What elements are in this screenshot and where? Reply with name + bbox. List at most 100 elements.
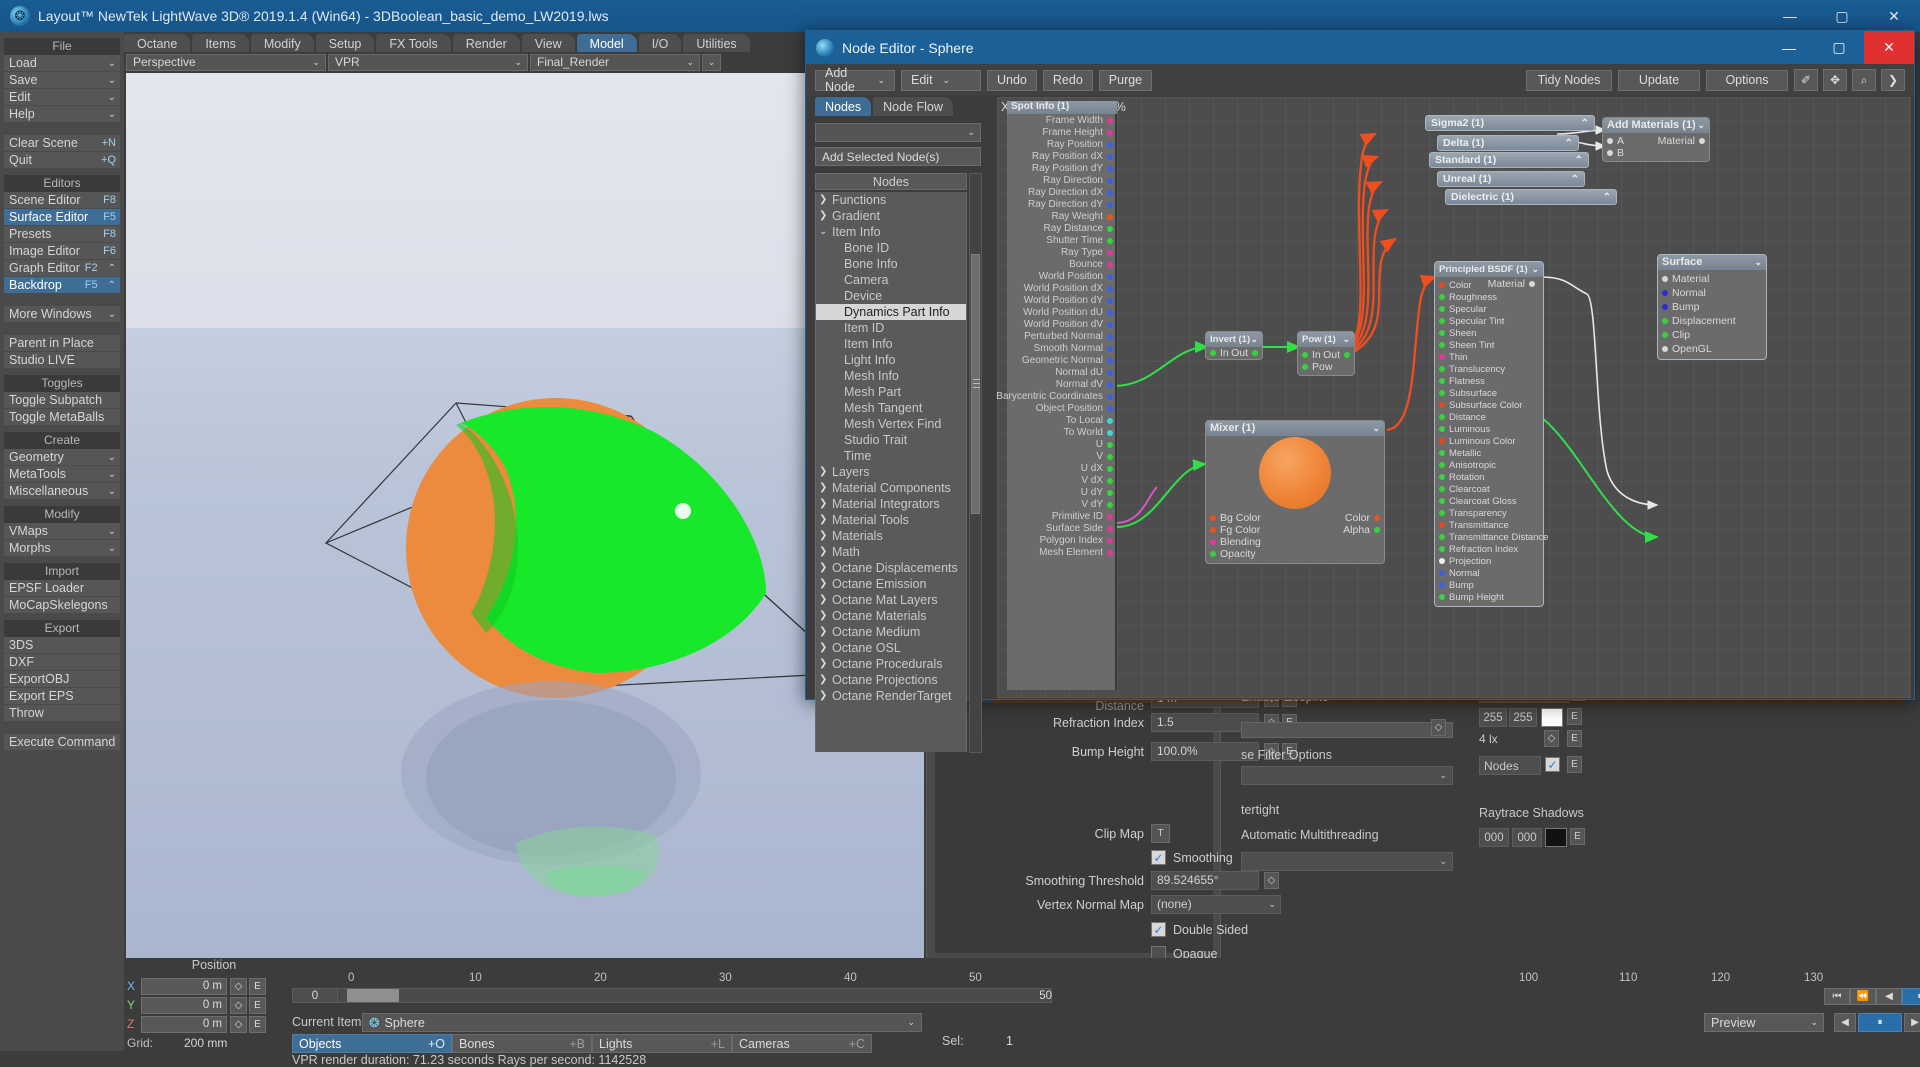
spot-info-port-world-position-dv[interactable]: World Position dV <box>1007 319 1117 331</box>
lux-expand-icon[interactable]: ◇ <box>1544 730 1559 747</box>
pow-ports[interactable]: In Out Pow <box>1298 347 1354 375</box>
bsdf-port-translucency[interactable]: Translucency <box>1435 363 1543 375</box>
node-tree-item-octane-materials[interactable]: ❯ Octane Materials <box>816 608 966 624</box>
node-tree-item-light-info[interactable]: Light Info <box>816 352 966 368</box>
left-panel-item-presets[interactable]: Presets F8 <box>4 226 120 243</box>
spot-info-port-world-position-du[interactable]: World Position dU <box>1007 307 1117 319</box>
spot-info-port-v[interactable]: V <box>1007 451 1117 463</box>
node-graph-canvas[interactable]: X:31 Y:138 Zoom:91% <box>997 97 1911 698</box>
maximize-button[interactable]: ▢ <box>1816 0 1868 32</box>
transport-first-button[interactable]: ⏮ <box>1824 988 1850 1005</box>
menu-tab-fx-tools[interactable]: FX Tools <box>376 34 451 54</box>
spot-info-port-ray-position[interactable]: Ray Position <box>1007 139 1117 151</box>
mixer-port-opacity[interactable]: Opacity <box>1206 548 1384 560</box>
current-item-dropdown[interactable]: ❂ Sphere ⌄ <box>362 1013 922 1032</box>
left-panel-item-parent-in-place[interactable]: Parent in Place <box>4 335 120 352</box>
node-search-input[interactable]: ⌄ <box>815 123 981 142</box>
bsdf-port-bump-height[interactable]: Bump Height <box>1435 591 1543 603</box>
transport-rewind-button[interactable]: ⏪ <box>1850 988 1876 1005</box>
spot-info-port-mesh-element[interactable]: Mesh Element <box>1007 547 1117 559</box>
left-panel-item-morphs[interactable]: Morphs ⌄ <box>4 540 120 557</box>
spot-info-port-surface-side[interactable]: Surface Side <box>1007 523 1117 535</box>
object-type-buttons[interactable]: Objects +O Bones +B Lights +L Cameras +C <box>292 1034 932 1053</box>
node-editor-maximize-button[interactable]: ▢ <box>1814 31 1864 64</box>
left-panel-item-graph-editor[interactable]: Graph Editor F2 ⌃ <box>4 260 120 277</box>
chevron-right-icon[interactable]: ❯ <box>819 592 832 608</box>
menu-tab-setup[interactable]: Setup <box>315 34 375 54</box>
chevron-right-icon[interactable]: ❯ <box>819 480 832 496</box>
left-tool-panel[interactable]: File Load ⌄ Save ⌄ Edit ⌄ Help ⌄ Clear Scene +N Qui… <box>0 32 124 1051</box>
frame-end-field[interactable]: 50 <box>1008 988 1052 1003</box>
bsdf-port-transparency[interactable]: Transparency <box>1435 507 1543 519</box>
menu-tab-items[interactable]: Items <box>192 34 249 54</box>
left-panel-item-edit[interactable]: Edit ⌄ <box>4 89 120 106</box>
left-panel-item-quit[interactable]: Quit +Q <box>4 152 120 169</box>
despike-slider[interactable] <box>1241 722 1453 738</box>
bottom-controls[interactable]: Position X 0 m ◇ E Y 0 m ◇ E Z 0 m ◇ E G… <box>124 958 1920 1067</box>
chevron-up-icon[interactable]: ⌃ <box>1565 138 1573 149</box>
bsdf-port-thin[interactable]: Thin <box>1435 351 1543 363</box>
bsdf-port-bump[interactable]: Bump <box>1435 579 1543 591</box>
node-editor-minimize-button[interactable]: — <box>1764 31 1814 64</box>
add-materials-port-b[interactable]: B <box>1603 147 1709 159</box>
left-panel-item-toggle-metaballs[interactable]: Toggle MetaBalls <box>4 409 120 426</box>
chevron-right-icon[interactable]: ❯ <box>819 512 832 528</box>
menu-tab-modify[interactable]: Modify <box>250 34 314 54</box>
surface-port-displacement[interactable]: Displacement <box>1658 314 1766 328</box>
node-tree-item-camera[interactable]: Camera <box>816 272 966 288</box>
menu-tab-view[interactable]: View <box>521 34 575 54</box>
menu-tab-octane[interactable]: Octane <box>124 34 191 54</box>
node-tree-item-gradient[interactable]: ❯ Gradient <box>816 208 966 224</box>
axis-x-envelope-button[interactable]: E <box>249 977 266 995</box>
node-tree-item-mesh-part[interactable]: Mesh Part <box>816 384 966 400</box>
collapsed-node-unreal-1-[interactable]: Unreal (1) ⌃ <box>1437 171 1585 187</box>
surface-port-bump[interactable]: Bump <box>1658 300 1766 314</box>
rt-envelope-button[interactable]: E <box>1570 828 1585 845</box>
axis-z-envelope-button[interactable]: E <box>249 1015 266 1033</box>
color-envelope-button[interactable]: E <box>1567 708 1582 725</box>
left-panel-item-more-windows[interactable]: More Windows ⌄ <box>4 306 120 323</box>
surface-node-ports[interactable]: Material Normal Bump Displacement Clip OpenGL <box>1658 270 1766 359</box>
left-panel-item-save[interactable]: Save ⌄ <box>4 72 120 89</box>
color-swatch[interactable] <box>1541 708 1563 727</box>
spot-info-port-to-world[interactable]: To World <box>1007 427 1117 439</box>
window-controls[interactable]: — ▢ ✕ <box>1764 0 1920 32</box>
principled-bsdf-output[interactable]: Material <box>1488 278 1539 290</box>
redo-button[interactable]: Redo <box>1042 69 1093 91</box>
spot-info-port-frame-width[interactable]: Frame Width <box>1007 115 1117 127</box>
add-materials-node[interactable]: Add Materials (1) ⌄ A Material B <box>1602 117 1710 162</box>
rt-swatch[interactable] <box>1545 828 1567 847</box>
left-panel-item-epsf-loader[interactable]: EPSF Loader <box>4 580 120 597</box>
chevron-right-icon[interactable]: ❯ <box>819 192 832 208</box>
bsdf-port-luminous[interactable]: Luminous <box>1435 423 1543 435</box>
axis-y-value[interactable]: 0 m <box>141 996 227 1014</box>
update-button[interactable]: Update <box>1618 69 1700 91</box>
mixer-ports[interactable]: Bg Color Color Fg Color Alpha Blending O… <box>1206 510 1384 563</box>
bsdf-port-transmittance[interactable]: Transmittance <box>1435 519 1543 531</box>
left-panel-item-vmaps[interactable]: VMaps ⌄ <box>4 523 120 540</box>
menu-tab-model[interactable]: Model <box>576 34 637 54</box>
render-mode-dropdown[interactable]: VPR ⌄ <box>328 53 528 71</box>
spot-info-port-barycentric-coordinates[interactable]: Barycentric Coordinates <box>997 391 1117 403</box>
chevron-down-icon[interactable]: ⌄ <box>819 224 832 240</box>
surface-port-material[interactable]: Material <box>1658 272 1766 286</box>
node-tree-item-octane-procedurals[interactable]: ❯ Octane Procedurals <box>816 656 966 672</box>
node-browser-tabs[interactable]: Nodes Node Flow <box>815 97 991 116</box>
edit-dropdown[interactable]: Edit ⌄ <box>901 69 981 91</box>
node-tree-item-mesh-info[interactable]: Mesh Info <box>816 368 966 384</box>
spot-info-port-v-dy[interactable]: V dY <box>1007 499 1117 511</box>
chevron-right-icon[interactable]: ❯ <box>1881 69 1905 91</box>
spot-info-port-u[interactable]: U <box>1007 439 1117 451</box>
objects-button[interactable]: Objects +O <box>292 1034 452 1053</box>
node-tree-item-item-info[interactable]: ⌄ Item Info <box>816 224 966 240</box>
collapsed-node-sigma2-1-[interactable]: Sigma2 (1) ⌃ <box>1425 115 1595 131</box>
chevron-up-icon[interactable]: ⌃ <box>1575 155 1583 166</box>
axis-y-expand-icon[interactable]: ◇ <box>230 996 247 1014</box>
node-tree-item-bone-id[interactable]: Bone ID <box>816 240 966 256</box>
node-tree-item-material-integrators[interactable]: ❯ Material Integrators <box>816 496 966 512</box>
cameras-button[interactable]: Cameras +C <box>732 1034 872 1053</box>
bsdf-port-transmittance-distance[interactable]: Transmittance Distance <box>1435 531 1548 543</box>
spot-info-port-ray-direction-dx[interactable]: Ray Direction dX <box>1007 187 1117 199</box>
left-panel-item-exportobj[interactable]: ExportOBJ <box>4 671 120 688</box>
spot-info-port-u-dy[interactable]: U dY <box>1007 487 1117 499</box>
